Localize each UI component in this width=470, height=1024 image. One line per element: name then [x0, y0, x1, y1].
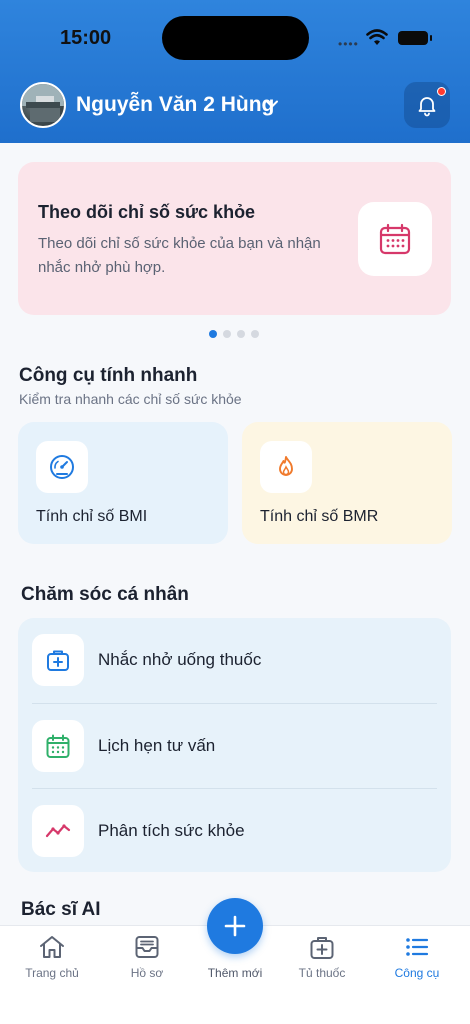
tab-home[interactable]: Trang chủ [5, 934, 99, 994]
personal-care-title: Chăm sóc cá nhân [21, 584, 189, 605]
health-tracking-banner[interactable]: Theo dõi chỉ số sức khỏe Theo dõi chỉ số… [18, 162, 451, 315]
wifi-icon [366, 29, 388, 45]
quick-tools-subtitle: Kiểm tra nhanh các chỉ số sức khỏe [19, 391, 242, 407]
banner-title: Theo dõi chỉ số sức khỏe [38, 202, 256, 222]
calendar-icon [46, 734, 70, 758]
banner-description: Theo dõi chỉ số sức khỏe của bạn và nhận… [38, 235, 321, 276]
add-new-label: Thêm mới [207, 966, 263, 980]
user-name[interactable]: Nguyễn Văn 2 Hùng [76, 93, 274, 117]
consult-appointment-label: Lịch hẹn tư vấn [98, 736, 216, 755]
avatar[interactable] [20, 82, 66, 128]
avatar-photo [22, 84, 64, 122]
bmr-icon-tile [260, 441, 312, 493]
medication-reminder-label: Nhắc nhở uống thuốc [98, 650, 262, 669]
flame-icon [279, 456, 293, 476]
tab-records-label: Hồ sơ [130, 966, 164, 980]
battery-icon [398, 31, 432, 45]
add-new-button[interactable] [207, 898, 263, 954]
tab-medicine-cabinet-label: Tủ thuốc [298, 966, 346, 980]
bmi-calculator-card[interactable]: Tính chỉ số BMI [18, 422, 228, 544]
carousel-dot[interactable] [209, 330, 217, 338]
carousel-indicator[interactable] [209, 330, 259, 338]
health-analysis-label: Phân tích sức khỏe [98, 821, 245, 840]
tab-records[interactable]: Hồ sơ [100, 934, 194, 994]
list-icon [406, 938, 429, 956]
status-bar: 15:00 •••• [0, 0, 470, 76]
bmi-label: Tính chỉ số BMI [36, 508, 148, 525]
personal-care-list: Nhắc nhở uống thuốc Lịch hẹn tư vấn Phân… [18, 618, 451, 872]
inbox-icon [135, 936, 159, 958]
medication-icon-tile [32, 634, 84, 686]
tab-home-label: Trang chủ [25, 966, 79, 980]
dynamic-island [162, 16, 309, 60]
calendar-icon [379, 223, 411, 255]
analysis-icon-tile [32, 805, 84, 857]
ai-doctor-title: Bác sĩ AI [21, 899, 101, 920]
medkit-icon [310, 937, 334, 959]
bmi-icon-tile [36, 441, 88, 493]
signal-icon: •••• [338, 37, 359, 51]
app-header: 15:00 •••• Nguyễn Văn 2 Hùng [0, 0, 470, 143]
notification-button[interactable] [404, 82, 450, 128]
appointment-icon-tile [32, 720, 84, 772]
medkit-icon [47, 650, 69, 671]
tab-tools[interactable]: Công cụ [370, 934, 464, 994]
tab-tools-label: Công cụ [394, 966, 440, 980]
bmr-label: Tính chỉ số BMR [260, 508, 379, 525]
chevron-down-icon[interactable] [265, 97, 279, 111]
status-time: 15:00 [60, 27, 112, 49]
carousel-dot[interactable] [223, 330, 231, 338]
medication-reminder-item[interactable]: Nhắc nhở uống thuốc [18, 618, 451, 703]
bell-icon [418, 97, 436, 117]
notification-badge [437, 87, 446, 96]
banner-icon-tile [358, 202, 432, 276]
plus-icon [224, 915, 246, 937]
health-analysis-item[interactable]: Phân tích sức khỏe [18, 789, 451, 874]
carousel-dot[interactable] [237, 330, 245, 338]
bmr-calculator-card[interactable]: Tính chỉ số BMR [242, 422, 452, 544]
tab-medicine-cabinet[interactable]: Tủ thuốc [275, 934, 369, 994]
home-icon [40, 936, 64, 958]
gauge-icon [50, 455, 74, 479]
consult-appointment-item[interactable]: Lịch hẹn tư vấn [18, 704, 451, 789]
carousel-dot[interactable] [251, 330, 259, 338]
trend-icon [45, 824, 71, 838]
quick-tools-title: Công cụ tính nhanh [19, 365, 198, 386]
